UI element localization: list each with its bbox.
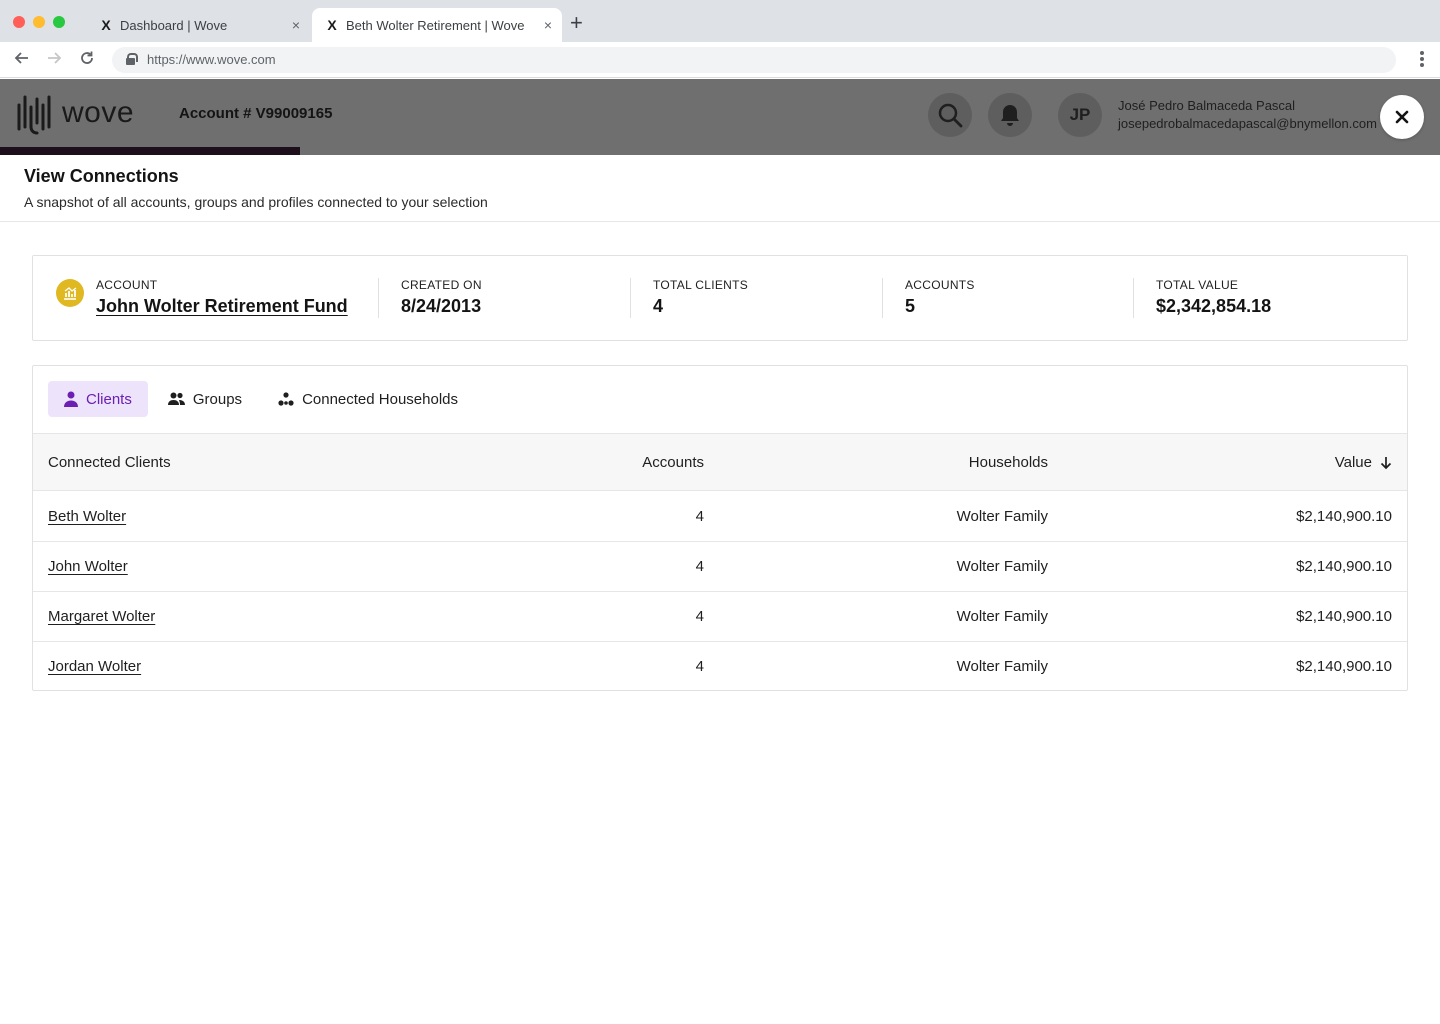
account-summary-card: ACCOUNT John Wolter Retirement Fund CREA…	[32, 255, 1408, 341]
client-name-link[interactable]: Beth Wolter	[48, 508, 126, 525]
table-header: Connected Clients Accounts Households Va…	[33, 433, 1407, 491]
summary-account: ACCOUNT John Wolter Retirement Fund	[96, 278, 348, 317]
accounts-value: 5	[905, 296, 916, 316]
column-header-connected-clients[interactable]: Connected Clients	[48, 454, 171, 471]
connection-tabs: Clients Groups Connected Households	[48, 381, 478, 417]
total-clients-label: TOTAL CLIENTS	[653, 278, 749, 292]
lock-icon	[126, 53, 138, 65]
column-header-value[interactable]: Value	[1335, 454, 1392, 471]
window-minimize-button[interactable]	[33, 16, 45, 28]
tab-groups[interactable]: Groups	[152, 381, 258, 417]
table-row: Jordan Wolter 4 Wolter Family $2,140,900…	[33, 642, 1407, 692]
people-icon	[167, 392, 185, 406]
person-icon	[64, 391, 78, 407]
header-underline	[0, 147, 300, 155]
url-field[interactable]: https://www.wove.com	[112, 47, 1396, 73]
search-icon	[938, 103, 963, 128]
avatar[interactable]: JP	[1058, 93, 1102, 137]
client-household: Wolter Family	[956, 608, 1048, 625]
notifications-button[interactable]	[988, 93, 1032, 137]
tab-title: Dashboard | Wove	[120, 17, 228, 33]
forward-arrow-icon[interactable]	[44, 50, 64, 71]
account-chart-icon	[56, 279, 84, 307]
new-tab-button[interactable]: +	[570, 12, 583, 34]
client-value: $2,140,900.10	[1296, 608, 1392, 625]
account-name-link[interactable]: John Wolter Retirement Fund	[96, 296, 348, 317]
app-header: wove Account # V99009165 JP José Pedro B…	[0, 79, 1440, 155]
divider	[0, 221, 1440, 222]
browser-tab-beth-wolter[interactable]: X Beth Wolter Retirement | Wove ×	[312, 8, 562, 42]
client-accounts: 4	[695, 658, 704, 675]
tab-label: Clients	[86, 390, 132, 408]
table-row: Margaret Wolter 4 Wolter Family $2,140,9…	[33, 592, 1407, 642]
summary-total-clients: TOTAL CLIENTS 4	[653, 278, 748, 317]
account-label: ACCOUNT	[96, 278, 158, 292]
logo-text: wove	[62, 96, 135, 129]
summary-divider	[378, 278, 379, 318]
view-connections-modal: View Connections A snapshot of all accou…	[0, 155, 1440, 1024]
user-name: José Pedro Balmaceda Pascal	[1118, 98, 1296, 113]
total-value-value: $2,342,854.18	[1156, 296, 1272, 316]
created-value: 8/24/2013	[401, 296, 482, 316]
tab-connected-households[interactable]: Connected Households	[262, 381, 474, 417]
tab-label: Groups	[192, 390, 243, 408]
search-button[interactable]	[928, 93, 972, 137]
account-number: Account # V99009165	[179, 105, 333, 122]
client-name-link[interactable]: John Wolter	[48, 558, 128, 575]
tab-close-icon[interactable]: ×	[544, 17, 552, 33]
reload-icon[interactable]	[77, 50, 97, 71]
client-household: Wolter Family	[956, 558, 1048, 575]
wove-logo-icon	[17, 95, 51, 135]
client-accounts: 4	[695, 558, 704, 575]
summary-divider	[882, 278, 883, 318]
summary-divider	[630, 278, 631, 318]
summary-total-value: TOTAL VALUE $2,342,854.18	[1156, 278, 1271, 317]
column-header-households[interactable]: Households	[969, 454, 1048, 471]
client-accounts: 4	[695, 608, 704, 625]
tab-label: Connected Households	[302, 390, 459, 408]
wove-logo[interactable]: wove	[16, 91, 134, 135]
client-value: $2,140,900.10	[1296, 658, 1392, 675]
client-household: Wolter Family	[956, 658, 1048, 675]
column-header-accounts[interactable]: Accounts	[642, 454, 704, 471]
client-value: $2,140,900.10	[1296, 508, 1392, 525]
client-value: $2,140,900.10	[1296, 558, 1392, 575]
connections-panel: Clients Groups Connected Households Conn…	[32, 365, 1408, 691]
network-icon	[278, 392, 294, 406]
window-maximize-button[interactable]	[53, 16, 65, 28]
summary-divider	[1133, 278, 1134, 318]
tab-close-icon[interactable]: ×	[292, 17, 300, 33]
tab-title: Beth Wolter Retirement | Wove	[346, 17, 525, 33]
browser-address-bar: https://www.wove.com	[0, 42, 1440, 78]
url-text: https://www.wove.com	[147, 52, 276, 67]
tab-clients[interactable]: Clients	[48, 381, 148, 417]
client-household: Wolter Family	[956, 508, 1048, 525]
table-row: John Wolter 4 Wolter Family $2,140,900.1…	[33, 542, 1407, 592]
client-name-link[interactable]: Jordan Wolter	[48, 658, 141, 675]
total-clients-value: 4	[653, 296, 664, 316]
client-accounts: 4	[695, 508, 704, 525]
value-header-label: Value	[1334, 454, 1372, 471]
client-name-link[interactable]: Margaret Wolter	[48, 608, 155, 625]
bell-icon	[1001, 105, 1019, 126]
window-close-button[interactable]	[13, 16, 25, 28]
close-modal-button[interactable]	[1380, 95, 1424, 139]
created-label: CREATED ON	[401, 278, 482, 292]
user-email: josepedrobalmacedapascal@bnymellon.com	[1118, 116, 1377, 131]
modal-title: View Connections	[24, 166, 179, 186]
browser-tab-bar: X Dashboard | Wove × X Beth Wolter Retir…	[0, 0, 1440, 42]
browser-tab-dashboard[interactable]: X Dashboard | Wove ×	[88, 8, 310, 42]
back-arrow-icon[interactable]	[12, 50, 32, 71]
table-row: Beth Wolter 4 Wolter Family $2,140,900.1…	[33, 492, 1407, 542]
summary-created-on: CREATED ON 8/24/2013	[401, 278, 482, 317]
sort-descending-icon[interactable]	[1380, 456, 1392, 470]
summary-accounts: ACCOUNTS 5	[905, 278, 975, 317]
accounts-label: ACCOUNTS	[905, 278, 975, 292]
total-value-label: TOTAL VALUE	[1156, 278, 1239, 292]
wove-favicon-icon: X	[327, 17, 337, 33]
close-icon	[1395, 110, 1409, 124]
modal-subtitle: A snapshot of all accounts, groups and p…	[24, 194, 488, 210]
browser-menu-icon[interactable]	[1420, 51, 1424, 69]
wove-favicon-icon: X	[101, 17, 111, 33]
